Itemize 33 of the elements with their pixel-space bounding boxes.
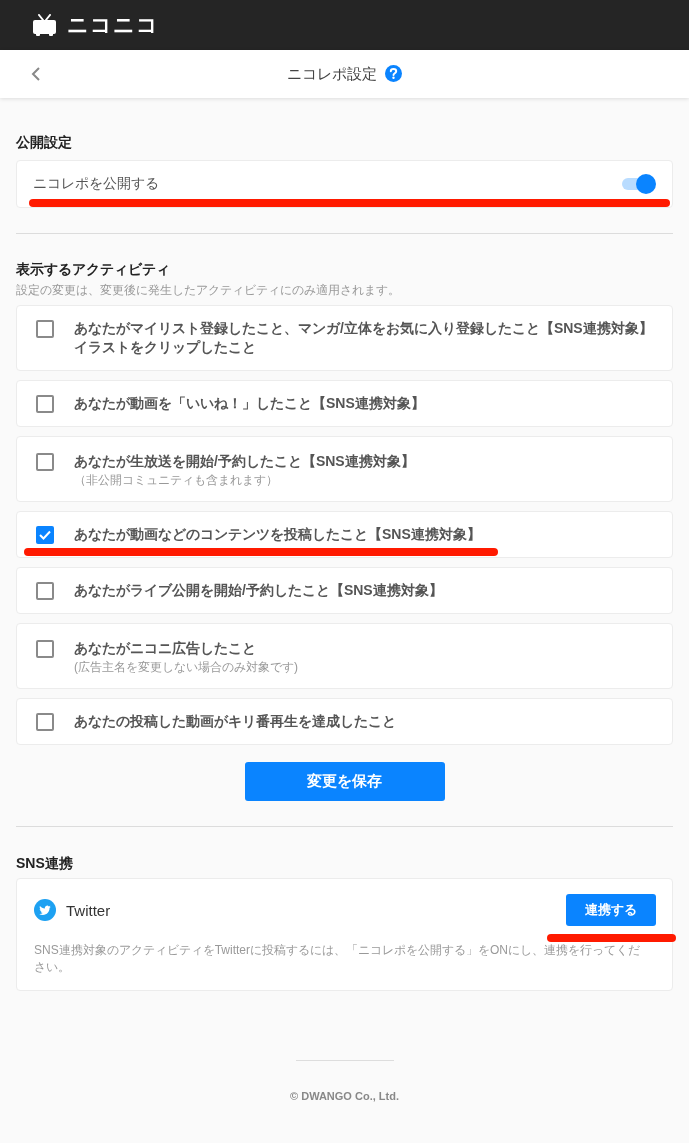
activity-note: （非公開コミュニティも含まれます） xyxy=(74,472,279,489)
activity-label: あなたがライブ公開を開始/予約したこと【SNS連携対象】 xyxy=(74,581,443,600)
activity-note: (広告主名を変更しない場合のみ対象です) xyxy=(74,659,298,676)
section-heading: 公開設定 xyxy=(16,133,73,152)
back-icon[interactable] xyxy=(31,67,41,81)
checkbox[interactable] xyxy=(36,453,54,471)
checkbox[interactable] xyxy=(36,713,54,731)
activity-label: あなたがマイリスト登録したこと、マンガ/立体をお気に入り登録したこと【SNS連携対象】イラストをクリップしたこと xyxy=(74,319,654,357)
checkbox[interactable] xyxy=(36,320,54,338)
connect-button[interactable]: 連携する xyxy=(566,894,656,926)
checkbox[interactable] xyxy=(36,395,54,413)
service-name: Twitter xyxy=(66,901,111,919)
tv-icon xyxy=(32,13,57,37)
activity-label: あなたの投稿した動画がキリ番再生を達成したこと xyxy=(74,712,396,731)
page-title: ニコレポ設定 xyxy=(287,64,377,84)
activity-label: あなたがニコニ広告したこと xyxy=(74,639,257,658)
toggle-switch[interactable] xyxy=(622,174,656,194)
sns-description: SNS連携対象のアクティビティをTwitterに投稿するには、「ニコレポを公開する」をONにし、連携を行ってください。 xyxy=(34,942,641,976)
section-heading: 表示するアクティビティ xyxy=(16,260,171,279)
checkbox[interactable] xyxy=(36,582,54,600)
save-button[interactable]: 変更を保存 xyxy=(244,762,445,801)
copyright-text: © DWANGO Co., Ltd. xyxy=(290,1089,399,1104)
section-heading: SNS連携 xyxy=(16,854,74,873)
help-icon[interactable] xyxy=(385,64,402,82)
activity-label: あなたが生放送を開始/予約したこと【SNS連携対象】 xyxy=(74,452,415,471)
bird-icon xyxy=(34,899,56,921)
checkbox[interactable] xyxy=(36,526,54,544)
activity-label: あなたが動画を「いいね！」したこと【SNS連携対象】 xyxy=(74,394,425,413)
checkbox[interactable] xyxy=(36,640,54,658)
activity-label: あなたが動画などのコンテンツを投稿したこと【SNS連携対象】 xyxy=(74,525,481,544)
setting-label: ニコレポを公開する xyxy=(33,175,159,193)
section-note: 設定の変更は、変更後に発生したアクティビティにのみ適用されます。 xyxy=(16,282,401,298)
logo-text[interactable]: ニコニコ xyxy=(67,13,159,37)
